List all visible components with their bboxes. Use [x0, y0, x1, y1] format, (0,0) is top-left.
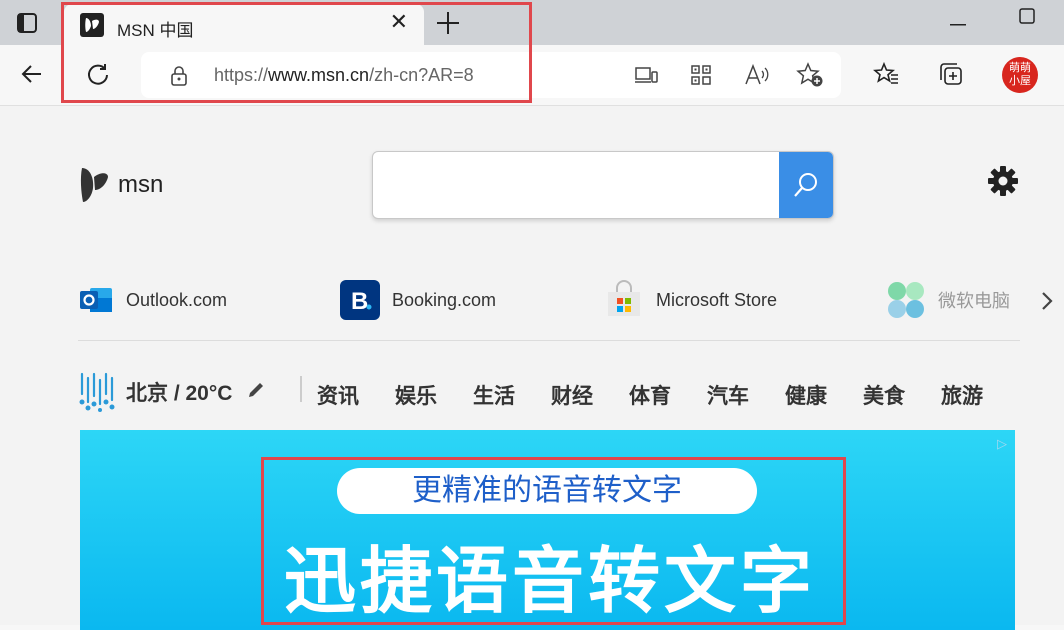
collections-icon[interactable] [935, 58, 967, 90]
nav-news[interactable]: 资讯 [317, 380, 359, 410]
add-favorite-icon[interactable] [796, 62, 824, 93]
quicklinks-next-chevron-icon[interactable] [1040, 290, 1054, 317]
msn-butterfly-icon [80, 168, 108, 202]
outlook-icon [80, 288, 112, 312]
nav-travel[interactable]: 旅游 [941, 380, 983, 410]
nav-sports[interactable]: 体育 [629, 380, 671, 410]
nav-health[interactable]: 健康 [785, 380, 827, 410]
msn-logo[interactable]: msn [78, 164, 163, 206]
highlight-ad-text [261, 457, 846, 625]
quicklink-microsoft-pc[interactable]: 微软电脑 [886, 278, 1010, 322]
qr-code-icon[interactable] [690, 64, 712, 91]
microsoft-pc-icon [888, 282, 924, 318]
msn-page: msn Outlook.com B Booking.com Microsoft … [0, 106, 1064, 630]
favorites-icon[interactable] [870, 58, 902, 90]
search-icon [794, 173, 817, 197]
store-icon [608, 280, 640, 316]
ad-choices-icon[interactable]: ▷ [997, 436, 1007, 452]
nav-finance[interactable]: 财经 [551, 380, 593, 410]
nav-entertainment[interactable]: 娱乐 [395, 380, 437, 410]
nav-autos[interactable]: 汽车 [707, 380, 749, 410]
quick-links: Outlook.com B Booking.com Microsoft Stor… [0, 276, 1064, 326]
app-available-icon[interactable] [634, 65, 658, 90]
weather-widget[interactable]: 北京 / 20°C [78, 372, 266, 412]
back-arrow-icon[interactable] [16, 58, 48, 90]
profile-avatar[interactable]: 萌萌 小屋 [1002, 57, 1038, 93]
nav-lifestyle[interactable]: 生活 [473, 380, 515, 410]
search-input[interactable] [373, 152, 773, 216]
svg-text:B: B [351, 288, 368, 315]
highlight-tab-address [61, 2, 532, 103]
search-button[interactable] [779, 152, 833, 218]
category-nav: 北京 / 20°C 资讯 娱乐 生活 财经 体育 汽车 健康 美食 旅游 [78, 364, 1038, 412]
rain-icon [79, 372, 115, 412]
search-box[interactable] [372, 151, 834, 219]
quicklink-booking[interactable]: B Booking.com [340, 278, 496, 322]
maximize-icon[interactable] [1019, 8, 1035, 29]
quicklink-outlook[interactable]: Outlook.com [78, 278, 227, 322]
quicklink-store[interactable]: Microsoft Store [604, 278, 777, 322]
tab-actions-icon[interactable] [16, 12, 38, 39]
section-divider [78, 340, 1020, 341]
edit-pencil-icon[interactable] [246, 380, 266, 405]
settings-gear-icon[interactable] [986, 164, 1020, 203]
booking-icon: B [340, 280, 380, 320]
nav-food[interactable]: 美食 [863, 380, 905, 410]
read-aloud-icon[interactable] [744, 63, 770, 92]
nav-separator [300, 376, 302, 402]
minimize-icon[interactable] [950, 14, 966, 32]
